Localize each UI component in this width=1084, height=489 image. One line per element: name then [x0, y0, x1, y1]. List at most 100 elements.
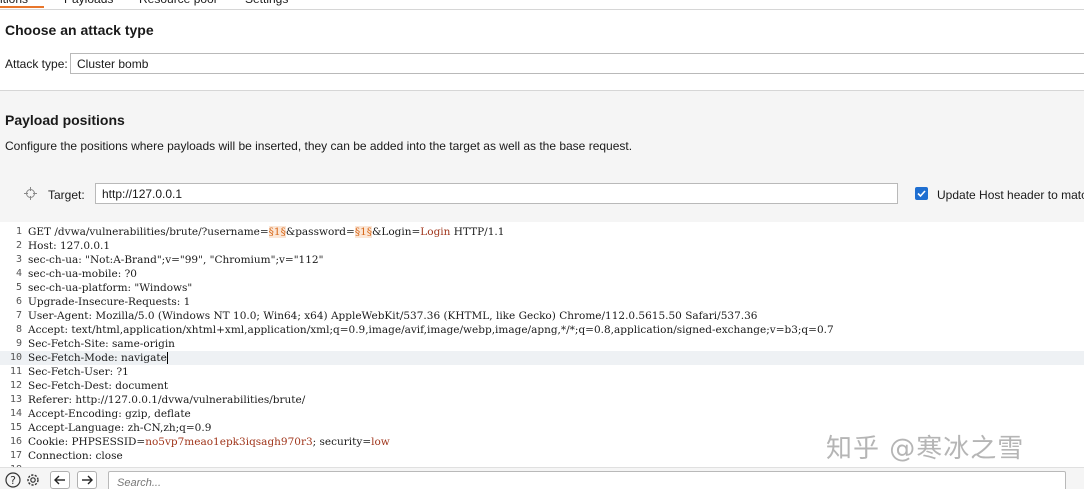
request-text: Host: 127.0.0.1	[28, 240, 111, 252]
help-icon[interactable]: ?	[4, 471, 22, 489]
watermark: 知乎 @寒冰之雪	[826, 434, 1025, 464]
line-text: Accept-Encoding: gzip, deflate	[28, 407, 191, 421]
line-text: Accept: text/html,application/xhtml+xml,…	[28, 323, 834, 337]
line-text: Cookie: PHPSESSID=no5vp7meao1epk3iqsagh9…	[28, 435, 390, 449]
tab-payloads[interactable]: Payloads	[64, 0, 113, 8]
line-number: 1	[15, 226, 22, 237]
tab-settings[interactable]: Settings	[245, 0, 288, 8]
attack-type-section: Choose an attack type Attack type: Clust…	[0, 11, 1084, 90]
request-text: &password=	[285, 226, 355, 238]
line-number: 8	[15, 324, 22, 335]
attack-type-title: Choose an attack type	[5, 22, 154, 38]
gear-icon[interactable]	[24, 471, 42, 489]
request-text: sec-ch-ua: "Not:A-Brand";v="99", "Chromi…	[28, 254, 324, 266]
tab-bar: itions Payloads Resource pool Settings	[0, 0, 1084, 10]
line-number: 13	[9, 394, 22, 405]
request-text: Sec-Fetch-Mode: navigate	[28, 352, 167, 364]
request-text: HTTP/1.1	[450, 226, 505, 238]
search-input[interactable]: Search...	[108, 471, 1066, 489]
arrow-left-icon	[54, 475, 65, 485]
request-text: Accept: text/html,application/xhtml+xml,…	[28, 324, 834, 336]
line-text: sec-ch-ua: "Not:A-Brand";v="99", "Chromi…	[28, 253, 323, 267]
line-text: Sec-Fetch-Mode: navigate	[28, 351, 168, 365]
line-number: 14	[9, 408, 22, 419]
previous-button[interactable]	[50, 471, 70, 489]
line-text: User-Agent: Mozilla/5.0 (Windows NT 10.0…	[28, 309, 757, 323]
request-line[interactable]: 9 Sec-Fetch-Site: same-origin	[0, 337, 1084, 351]
line-number: 10	[9, 352, 22, 363]
request-line[interactable]: 12 Sec-Fetch-Dest: document	[0, 379, 1084, 393]
request-text: Referer: http://127.0.0.1/dvwa/vulnerabi…	[28, 394, 306, 406]
line-number: 5	[15, 282, 22, 293]
request-text: Sec-Fetch-Site: same-origin	[28, 338, 175, 350]
tab-resource-pool[interactable]: Resource pool	[139, 0, 216, 8]
request-line[interactable]: 13 Referer: http://127.0.0.1/dvwa/vulnera…	[0, 393, 1084, 407]
param-value: no5vp7meao1epk3iqsagh970r3	[145, 436, 313, 448]
line-text: Connection: close	[28, 449, 123, 463]
attack-type-select[interactable]: Cluster bomb	[70, 53, 1084, 74]
line-number: 2	[15, 240, 22, 251]
request-line[interactable]: 4 sec-ch-ua-mobile: ?0	[0, 267, 1084, 281]
payload-marker: §1§	[354, 226, 372, 238]
checkbox-checked-icon	[917, 190, 926, 198]
target-bar: Target: http://127.0.0.1 Update Host hea…	[0, 171, 1084, 221]
update-host-label: Update Host header to matc	[937, 188, 1084, 202]
request-text: Connection: close	[28, 450, 123, 462]
line-number: 11	[9, 366, 22, 377]
line-number: 12	[9, 380, 22, 391]
request-line[interactable]: 14 Accept-Encoding: gzip, deflate	[0, 407, 1084, 421]
payload-marker: §1§	[268, 226, 286, 238]
line-number: 15	[9, 422, 22, 433]
request-text: sec-ch-ua-platform: "Windows"	[28, 282, 193, 294]
request-line[interactable]: 1 GET /dvwa/vulnerabilities/brute/?userna…	[0, 225, 1084, 239]
request-text: &Login=	[372, 226, 421, 238]
request-text: GET /dvwa/vulnerabilities/brute/?usernam…	[28, 226, 269, 238]
line-number: 6	[15, 296, 22, 307]
line-text: Sec-Fetch-Dest: document	[28, 379, 168, 393]
crosshair-icon[interactable]	[24, 187, 37, 200]
tab-positions[interactable]: itions	[0, 0, 44, 8]
update-host-checkbox[interactable]	[915, 187, 928, 200]
line-text: Upgrade-Insecure-Requests: 1	[28, 295, 190, 309]
line-number: 3	[15, 254, 22, 265]
svg-text:?: ?	[10, 474, 16, 487]
request-text: Accept-Language: zh-CN,zh;q=0.9	[28, 422, 212, 434]
next-button[interactable]	[77, 471, 97, 489]
line-text: Sec-Fetch-Site: same-origin	[28, 337, 175, 351]
line-text: Host: 127.0.0.1	[28, 239, 110, 253]
line-text: GET /dvwa/vulnerabilities/brute/?usernam…	[28, 225, 504, 239]
payload-positions-description: Configure the positions where payloads w…	[5, 139, 633, 153]
request-text: ; security=	[312, 436, 372, 448]
line-text: Accept-Language: zh-CN,zh;q=0.9	[28, 421, 211, 435]
request-text: Accept-Encoding: gzip, deflate	[28, 408, 191, 420]
request-line[interactable]: 5 sec-ch-ua-platform: "Windows"	[0, 281, 1084, 295]
line-text: sec-ch-ua-mobile: ?0	[28, 267, 137, 281]
target-label: Target:	[48, 188, 85, 202]
line-text: Referer: http://127.0.0.1/dvwa/vulnerabi…	[28, 393, 305, 407]
request-text: Sec-Fetch-Dest: document	[28, 380, 169, 392]
payload-positions-title: Payload positions	[5, 112, 125, 128]
request-line[interactable]: 7 User-Agent: Mozilla/5.0 (Windows NT 10.…	[0, 309, 1084, 323]
request-line[interactable]: 3 sec-ch-ua: "Not:A-Brand";v="99", "Chrom…	[0, 253, 1084, 267]
request-text: Cookie: PHPSESSID=	[28, 436, 146, 448]
request-line[interactable]: 11 Sec-Fetch-User: ?1	[0, 365, 1084, 379]
line-number: 17	[9, 450, 22, 461]
target-input[interactable]: http://127.0.0.1	[95, 183, 898, 204]
line-number: 9	[15, 338, 22, 349]
attack-type-label: Attack type:	[5, 57, 68, 71]
line-number: 7	[15, 310, 22, 321]
param-value: low	[371, 436, 390, 448]
line-text: sec-ch-ua-platform: "Windows"	[28, 281, 192, 295]
line-text: Sec-Fetch-User: ?1	[28, 365, 129, 379]
request-text: Sec-Fetch-User: ?1	[28, 366, 129, 378]
request-line[interactable]: 10 Sec-Fetch-Mode: navigate	[0, 351, 1084, 365]
request-text: sec-ch-ua-mobile: ?0	[28, 268, 137, 280]
line-number: 4	[15, 268, 22, 279]
request-text: User-Agent: Mozilla/5.0 (Windows NT 10.0…	[28, 310, 758, 322]
request-line[interactable]: 8 Accept: text/html,application/xhtml+xml…	[0, 323, 1084, 337]
bottom-toolbar: ? Search...	[0, 467, 1084, 489]
text-cursor	[166, 352, 168, 364]
request-line[interactable]: 6 Upgrade-Insecure-Requests: 1	[0, 295, 1084, 309]
param-value: Login	[420, 226, 451, 238]
request-line[interactable]: 2 Host: 127.0.0.1	[0, 239, 1084, 253]
